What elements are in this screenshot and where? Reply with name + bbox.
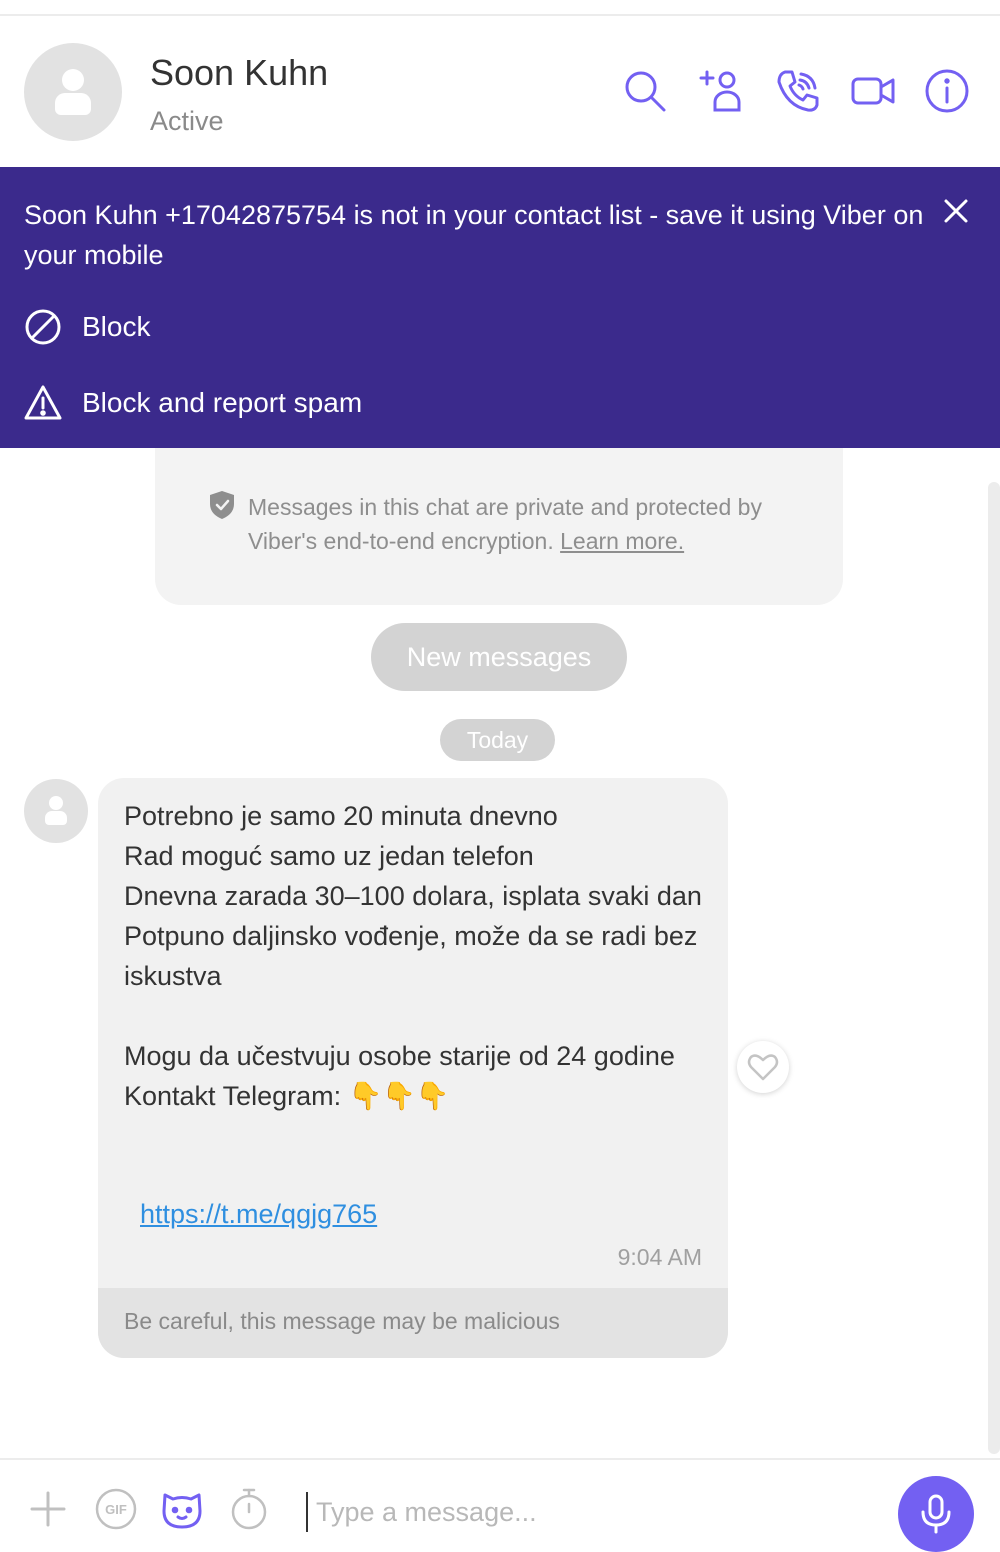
avatar-placeholder-head bbox=[49, 796, 63, 810]
plus-icon[interactable] bbox=[25, 1486, 71, 1532]
text-caret bbox=[306, 1492, 308, 1532]
contact-avatar[interactable] bbox=[24, 43, 122, 141]
unknown-contact-banner: Soon Kuhn +17042875754 is not in your co… bbox=[0, 167, 1000, 448]
block-button[interactable]: Block bbox=[24, 308, 150, 346]
contact-name[interactable]: Soon Kuhn bbox=[150, 52, 328, 94]
search-icon[interactable] bbox=[620, 66, 670, 116]
message-bubble[interactable]: Potrebno je samo 20 minuta dnevno Rad mo… bbox=[98, 778, 728, 1358]
message-input[interactable] bbox=[316, 1488, 856, 1536]
message-line: Rad moguć samo uz jedan telefon bbox=[124, 841, 534, 871]
shield-icon bbox=[210, 491, 234, 519]
info-icon[interactable] bbox=[922, 66, 972, 116]
message-line: Dnevna zarada 30–100 dolara, isplata sva… bbox=[124, 881, 702, 911]
malicious-warning-text: Be careful, this message may be maliciou… bbox=[124, 1308, 560, 1334]
telegram-link[interactable]: https://t.me/qgjg765 bbox=[140, 1194, 377, 1234]
encryption-message: Messages in this chat are private and pr… bbox=[248, 494, 762, 554]
sticker-icon[interactable] bbox=[159, 1486, 205, 1532]
chat-scrollbar[interactable] bbox=[988, 482, 1000, 1454]
learn-more-link[interactable]: Learn more. bbox=[560, 528, 684, 554]
message-line: Potrebno je samo 20 minuta dnevno bbox=[124, 801, 558, 831]
date-separator: Today bbox=[440, 719, 555, 761]
chat-history[interactable]: Messages in this chat are private and pr… bbox=[0, 448, 1000, 1458]
sender-avatar[interactable] bbox=[24, 779, 88, 843]
audio-call-icon[interactable] bbox=[773, 66, 823, 116]
block-label: Block bbox=[82, 311, 151, 342]
add-participant-icon[interactable] bbox=[697, 66, 747, 116]
message-line: Potpuno daljinsko vođenje, može da se ra… bbox=[124, 921, 705, 991]
microphone-icon bbox=[921, 1494, 951, 1534]
message-timestamp: 9:04 AM bbox=[617, 1244, 702, 1270]
video-call-icon[interactable] bbox=[848, 66, 898, 116]
message-text: Potrebno je samo 20 minuta dnevno Rad mo… bbox=[124, 796, 704, 1116]
warning-icon bbox=[24, 385, 62, 420]
encryption-notice: Messages in this chat are private and pr… bbox=[155, 448, 843, 605]
gif-icon[interactable]: GIF bbox=[93, 1486, 139, 1532]
voice-message-button[interactable] bbox=[898, 1476, 974, 1552]
contact-status: Active bbox=[150, 106, 224, 136]
message-line bbox=[124, 996, 704, 1036]
chat-header: Soon Kuhn Active bbox=[0, 16, 1000, 167]
banner-message: Soon Kuhn +17042875754 is not in your co… bbox=[24, 200, 924, 270]
message-line: Mogu da učestvuju osobe starije od 24 go… bbox=[124, 1041, 675, 1071]
timer-icon[interactable] bbox=[226, 1486, 272, 1532]
block-and-report-spam-label: Block and report spam bbox=[82, 387, 363, 418]
close-icon[interactable] bbox=[938, 193, 974, 229]
avatar-placeholder-body bbox=[45, 811, 67, 825]
like-heart-icon[interactable] bbox=[737, 1041, 789, 1093]
block-icon bbox=[25, 309, 61, 345]
avatar-placeholder-body bbox=[55, 93, 91, 115]
message-line: Kontakt Telegram: 👇👇👇 bbox=[124, 1081, 450, 1111]
malicious-warning: Be careful, this message may be maliciou… bbox=[98, 1288, 728, 1358]
svg-text:GIF: GIF bbox=[105, 1502, 127, 1517]
block-and-report-spam-button[interactable]: Block and report spam bbox=[24, 384, 362, 422]
new-messages-button[interactable]: New messages bbox=[371, 623, 627, 691]
viber-chat-window: Soon Kuhn Active Soon Kuhn +17042875754 … bbox=[0, 0, 1000, 1552]
avatar-placeholder-head bbox=[62, 69, 84, 91]
encryption-text: Messages in this chat are private and pr… bbox=[248, 490, 808, 558]
message-composer: GIF bbox=[0, 1458, 1000, 1552]
